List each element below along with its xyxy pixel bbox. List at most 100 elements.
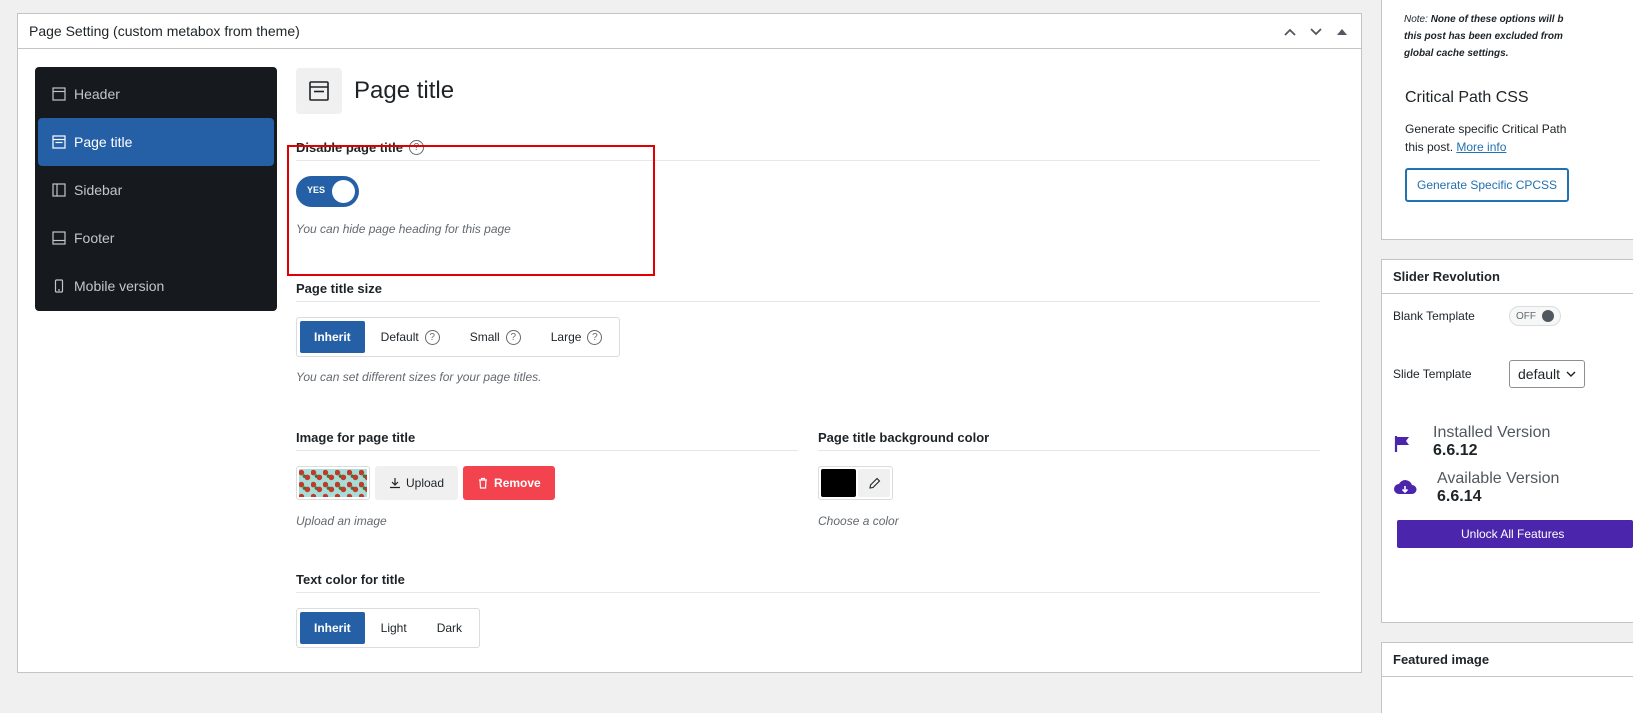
remove-label: Remove: [494, 476, 541, 490]
text-color-selector: Inherit Light Dark: [296, 608, 481, 648]
more-info-link[interactable]: More info: [1456, 140, 1506, 154]
trash-icon: [479, 477, 488, 489]
upload-button[interactable]: Upload: [375, 466, 459, 500]
available-version-value: 6.6.14: [1437, 488, 1482, 505]
divider: [296, 301, 1320, 302]
nav-item-mobile-version[interactable]: Mobile version: [38, 262, 274, 310]
bg-color-picker: [818, 466, 893, 500]
title-image-field: Image for page title Upload Remove Uploa…: [296, 424, 798, 528]
title-image-thumbnail[interactable]: [296, 466, 370, 500]
page-setting-metabox: Page Setting (custom metabox from theme)…: [17, 13, 1362, 673]
page-title-settings: Page title Disable page title ? YES You …: [287, 67, 1320, 648]
text-color-option-inherit[interactable]: Inherit: [300, 612, 365, 644]
cpcss-text: Generate specific Critical Path: [1405, 122, 1567, 136]
note-line: global cache settings.: [1404, 48, 1509, 59]
option-label: Default: [380, 330, 419, 344]
nav-item-sidebar[interactable]: Sidebar: [38, 166, 274, 214]
available-version-info: Available Version 6.6.14: [1437, 470, 1559, 506]
blank-template-row: Blank Template OFF: [1382, 294, 1633, 326]
text-color-option-light[interactable]: Light: [367, 612, 421, 644]
unlock-all-features-button[interactable]: Unlock All Features: [1397, 520, 1633, 548]
upload-label: Upload: [406, 476, 445, 490]
mobile-icon: [54, 279, 64, 293]
slider-panel-title[interactable]: Slider Revolution: [1382, 260, 1633, 294]
disable-title-description: You can hide page heading for this page: [296, 222, 511, 236]
note-line: Note: None of these options will b: [1404, 11, 1633, 28]
bg-color-description: Choose a color: [818, 514, 899, 528]
nav-item-footer[interactable]: Footer: [38, 214, 274, 262]
note-text: None of these options will b: [1430, 14, 1564, 25]
move-down-icon[interactable]: [1305, 21, 1327, 43]
nav-item-page-title[interactable]: Page title: [38, 118, 274, 166]
collapse-toggle-icon[interactable]: [1331, 21, 1353, 43]
option-label: Light: [380, 621, 407, 635]
slide-template-select[interactable]: default: [1509, 360, 1586, 388]
select-value: default: [1518, 366, 1561, 382]
nav-item-label: Header: [74, 86, 120, 102]
featured-image-title[interactable]: Featured image: [1382, 643, 1633, 677]
footer-layout-icon: [52, 231, 66, 245]
slider-revolution-panel: Slider Revolution Blank Template OFF Sli…: [1381, 259, 1633, 623]
toggle-state: OFF: [1516, 310, 1536, 322]
thumbnail-pattern: [299, 469, 367, 497]
bg-color-label: Page title background color: [818, 429, 990, 445]
option-label: Inherit: [314, 330, 351, 344]
settings-tab-nav: Header Page title Sidebar Footer Mobile …: [35, 67, 277, 311]
cpcss-button-wrap: Generate Specific CPCSS: [1382, 156, 1633, 202]
note-line: this post has been excluded from: [1404, 31, 1563, 42]
title-size-option-small[interactable]: Small?: [456, 321, 535, 353]
generate-cpcss-button[interactable]: Generate Specific CPCSS: [1405, 168, 1570, 202]
field-label: Image for page title: [296, 424, 798, 450]
divider: [296, 592, 1320, 593]
field-label: Page title background color: [818, 424, 1320, 450]
installed-version-value: 6.6.12: [1433, 442, 1478, 459]
help-icon[interactable]: ?: [408, 139, 424, 155]
installed-version-row: Installed Version 6.6.12: [1382, 388, 1633, 460]
disable-title-field: Disable page title ? YES You can hide pa…: [296, 134, 1320, 236]
cpcss-title: Critical Path CSS: [1405, 89, 1529, 106]
section-title: Page title: [354, 77, 455, 104]
image-color-row: Image for page title Upload Remove Uploa…: [296, 424, 1320, 528]
title-size-option-default[interactable]: Default?: [367, 321, 454, 353]
help-icon[interactable]: ?: [505, 329, 521, 345]
remove-button[interactable]: Remove: [463, 466, 555, 500]
metabox-controls: [1279, 14, 1353, 49]
nav-item-header[interactable]: Header: [38, 70, 274, 118]
disable-title-label: Disable page title: [296, 139, 403, 155]
download-icon: [390, 478, 400, 489]
cache-note: Note: None of these options will b this …: [1382, 0, 1633, 62]
disable-title-toggle[interactable]: YES: [296, 176, 359, 207]
note-lead: Note:: [1404, 14, 1428, 25]
nav-item-label: Mobile version: [74, 278, 165, 294]
image-controls: Upload Remove: [296, 466, 798, 500]
unlock-button-wrap: Unlock All Features: [1382, 506, 1633, 548]
toggle-knob: [332, 180, 355, 203]
header-layout-icon: [52, 87, 66, 101]
slide-template-label: Slide Template: [1393, 367, 1472, 381]
nav-item-label: Sidebar: [74, 182, 123, 198]
available-version-label: Available Version: [1437, 470, 1560, 487]
text-color-option-dark[interactable]: Dark: [423, 612, 476, 644]
option-label: Large: [550, 330, 582, 344]
title-size-option-large[interactable]: Large?: [537, 321, 617, 353]
featured-image-panel: Featured image: [1381, 642, 1633, 713]
chevron-down-icon: [1566, 371, 1576, 377]
eyedropper-button[interactable]: [858, 469, 890, 497]
option-label: Inherit: [314, 621, 351, 635]
metabox-header: Page Setting (custom metabox from theme): [18, 14, 1361, 49]
title-size-field: Page title size Inherit Default? Small? …: [296, 275, 1320, 384]
slide-template-row: Slide Template default: [1382, 326, 1633, 388]
nav-item-label: Page title: [74, 134, 133, 150]
help-icon[interactable]: ?: [424, 329, 440, 345]
divider: [296, 160, 1320, 161]
cpcss-text-line: this post. More info: [1405, 138, 1633, 156]
option-label: Dark: [436, 621, 463, 635]
blank-template-toggle[interactable]: OFF: [1509, 306, 1561, 326]
field-label: Disable page title ?: [296, 134, 1320, 160]
title-size-option-inherit[interactable]: Inherit: [300, 321, 365, 353]
nav-item-label: Footer: [74, 230, 115, 246]
help-icon[interactable]: ?: [587, 329, 603, 345]
move-up-icon[interactable]: [1279, 21, 1301, 43]
flag-icon: [1394, 436, 1409, 452]
color-swatch[interactable]: [821, 469, 856, 497]
